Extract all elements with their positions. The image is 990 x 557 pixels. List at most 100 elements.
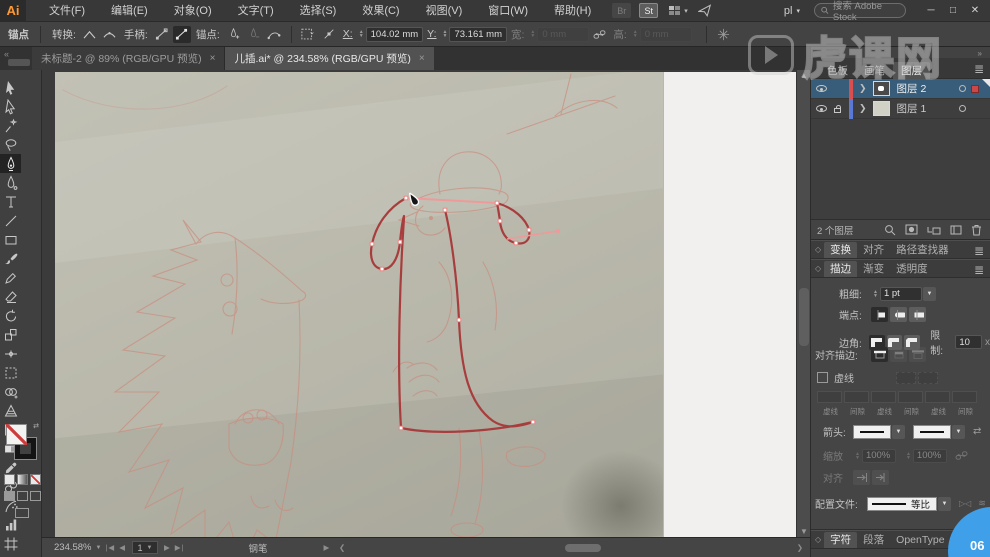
panel-menu-icon[interactable]: ≣ (974, 62, 984, 76)
first-artboard-icon[interactable]: |◀ (105, 543, 115, 552)
zoom-dropdown-icon[interactable]: ▼ (96, 545, 102, 551)
menu-item[interactable]: 对象(O) (161, 0, 225, 22)
vertical-scrollbar[interactable]: ▲ ▼ (796, 70, 810, 537)
zoom-level[interactable]: 234.58% (54, 542, 92, 553)
show-handles-button[interactable] (153, 26, 171, 43)
previous-artboard-icon[interactable]: ◀ (119, 543, 126, 552)
panel-tab-渐变[interactable]: 渐变 (857, 261, 890, 277)
rotate-tool[interactable] (0, 306, 21, 325)
make-clipping-mask-icon[interactable] (905, 224, 918, 235)
selected-art-indicator[interactable] (971, 85, 979, 93)
line-segment-tool[interactable] (0, 211, 21, 230)
weight-dropdown-icon[interactable]: ▼ (923, 287, 936, 301)
panel-collapse-icon[interactable]: ◇ (815, 264, 821, 273)
new-layer-icon[interactable] (950, 224, 962, 235)
panel-tab-对齐[interactable]: 对齐 (857, 242, 890, 258)
panel-menu-icon[interactable]: ≣ (974, 263, 984, 277)
layer-name[interactable]: 图层 1 (897, 101, 927, 116)
color-button[interactable] (4, 474, 15, 485)
y-value-field[interactable]: 73.161 mm (449, 27, 507, 42)
swap-arrowheads-icon[interactable]: ⇄ (973, 426, 981, 437)
menu-item[interactable]: 编辑(E) (98, 0, 161, 22)
expand-layer-icon[interactable]: ❯ (859, 103, 867, 114)
free-transform-tool[interactable] (0, 363, 21, 382)
close-tab-icon[interactable]: × (419, 53, 425, 64)
curvature-tool[interactable] (0, 173, 21, 192)
arrowhead-start-dropdown-icon[interactable]: ▼ (892, 425, 905, 439)
panel-tab-变换[interactable]: 变换 (824, 242, 857, 258)
status-back-icon[interactable]: ❯ (338, 543, 345, 552)
selection-tool[interactable] (0, 78, 21, 97)
scroll-right-icon[interactable]: ❯ (797, 543, 804, 552)
artboard-empty-area[interactable] (663, 72, 796, 537)
menu-item[interactable]: 窗口(W) (475, 0, 541, 22)
dashed-line-checkbox[interactable] (817, 372, 828, 383)
connect-path-icon[interactable] (265, 26, 283, 43)
eraser-tool[interactable] (0, 287, 21, 306)
none-button[interactable] (30, 474, 41, 485)
arrange-documents-icon[interactable] (668, 5, 681, 16)
last-artboard-icon[interactable]: ▶| (175, 543, 185, 552)
adobe-stock-search[interactable]: 搜索 Adobe Stock (814, 3, 906, 18)
x-label[interactable]: X: (343, 28, 353, 40)
close-tab-icon[interactable]: × (210, 53, 216, 64)
shape-builder-tool[interactable] (0, 382, 21, 401)
layer-row[interactable]: ❯图层 2 (811, 79, 990, 99)
swap-fill-stroke-icon[interactable]: ⇄ (33, 422, 39, 430)
paintbrush-tool[interactable] (0, 249, 21, 268)
panel-tab-路径查找器[interactable]: 路径查找器 (890, 242, 955, 258)
visibility-eye-icon[interactable] (816, 85, 827, 92)
status-play-icon[interactable]: ▶ (323, 543, 330, 552)
document-tab-active[interactable]: 儿插.ai* @ 234.58% (RGB/GPU 预览) × (225, 47, 433, 70)
width-profile-combo[interactable]: 等比 (867, 497, 937, 511)
perspective-grid-tool[interactable] (0, 401, 21, 420)
scale-tool[interactable] (0, 325, 21, 344)
share-icon[interactable] (698, 4, 712, 17)
isolate-selection-button[interactable] (300, 26, 318, 43)
menu-item[interactable]: 效果(C) (349, 0, 412, 22)
profile-dropdown-icon[interactable]: ▼ (938, 497, 951, 511)
panel-collapse-icon[interactable]: ◇ (815, 535, 821, 544)
app-logo[interactable]: Ai (0, 0, 26, 22)
pen-tool[interactable] (0, 154, 21, 173)
layer-row[interactable]: ❯ 图层 1 (811, 99, 990, 119)
draw-behind-mode[interactable] (17, 491, 28, 501)
convert-to-corner-button[interactable] (81, 26, 99, 43)
horizontal-scroll-thumb[interactable] (565, 544, 601, 552)
close-button[interactable]: ✕ (964, 0, 986, 22)
y-stepper[interactable]: ▲▼ (443, 30, 448, 38)
collapse-dock-icon[interactable]: » (978, 49, 982, 58)
next-artboard-icon[interactable]: ▶ (164, 543, 171, 552)
fill-swatch-none[interactable] (6, 424, 27, 445)
visibility-eye-icon[interactable] (816, 105, 827, 112)
x-value-field[interactable]: 104.02 mm (366, 27, 424, 42)
layer-name[interactable]: 图层 2 (897, 81, 927, 96)
layer-thumbnail[interactable] (873, 81, 890, 96)
align-stroke-center-button[interactable] (871, 347, 888, 362)
stroke-weight-field[interactable]: 1 pt (880, 287, 922, 301)
stock-icon[interactable]: St (639, 3, 658, 18)
artboard-tool[interactable] (0, 534, 21, 553)
minimize-button[interactable]: ─ (920, 0, 942, 22)
cap-projecting-button[interactable] (909, 307, 926, 322)
magic-wand-tool[interactable] (0, 116, 21, 135)
width-tool[interactable] (0, 344, 21, 363)
direct-selection-tool[interactable] (0, 97, 21, 116)
y-label[interactable]: Y: (427, 28, 436, 40)
link-dimensions-icon[interactable] (590, 26, 608, 43)
menu-item[interactable]: 视图(V) (413, 0, 476, 22)
anchor-point-icon[interactable] (320, 26, 338, 43)
layer-thumbnail[interactable] (873, 101, 890, 116)
vertical-scroll-thumb[interactable] (799, 288, 809, 346)
cap-round-button[interactable] (890, 307, 907, 322)
remove-anchor-pen-icon[interactable] (245, 26, 263, 43)
scroll-up-icon[interactable]: ▲ (797, 71, 810, 80)
menu-item[interactable]: 帮助(H) (541, 0, 604, 22)
align-stroke-outside-button[interactable] (909, 347, 926, 362)
scanned-sketch-image[interactable] (55, 72, 663, 537)
new-sublayer-icon[interactable] (927, 224, 941, 235)
target-circle-icon[interactable] (959, 85, 966, 92)
document-tab[interactable]: 未标题-2 @ 89% (RGB/GPU 预览) × (32, 47, 225, 70)
scroll-down-icon[interactable]: ▼ (797, 527, 810, 536)
dash-preset-icon[interactable] (896, 372, 916, 384)
